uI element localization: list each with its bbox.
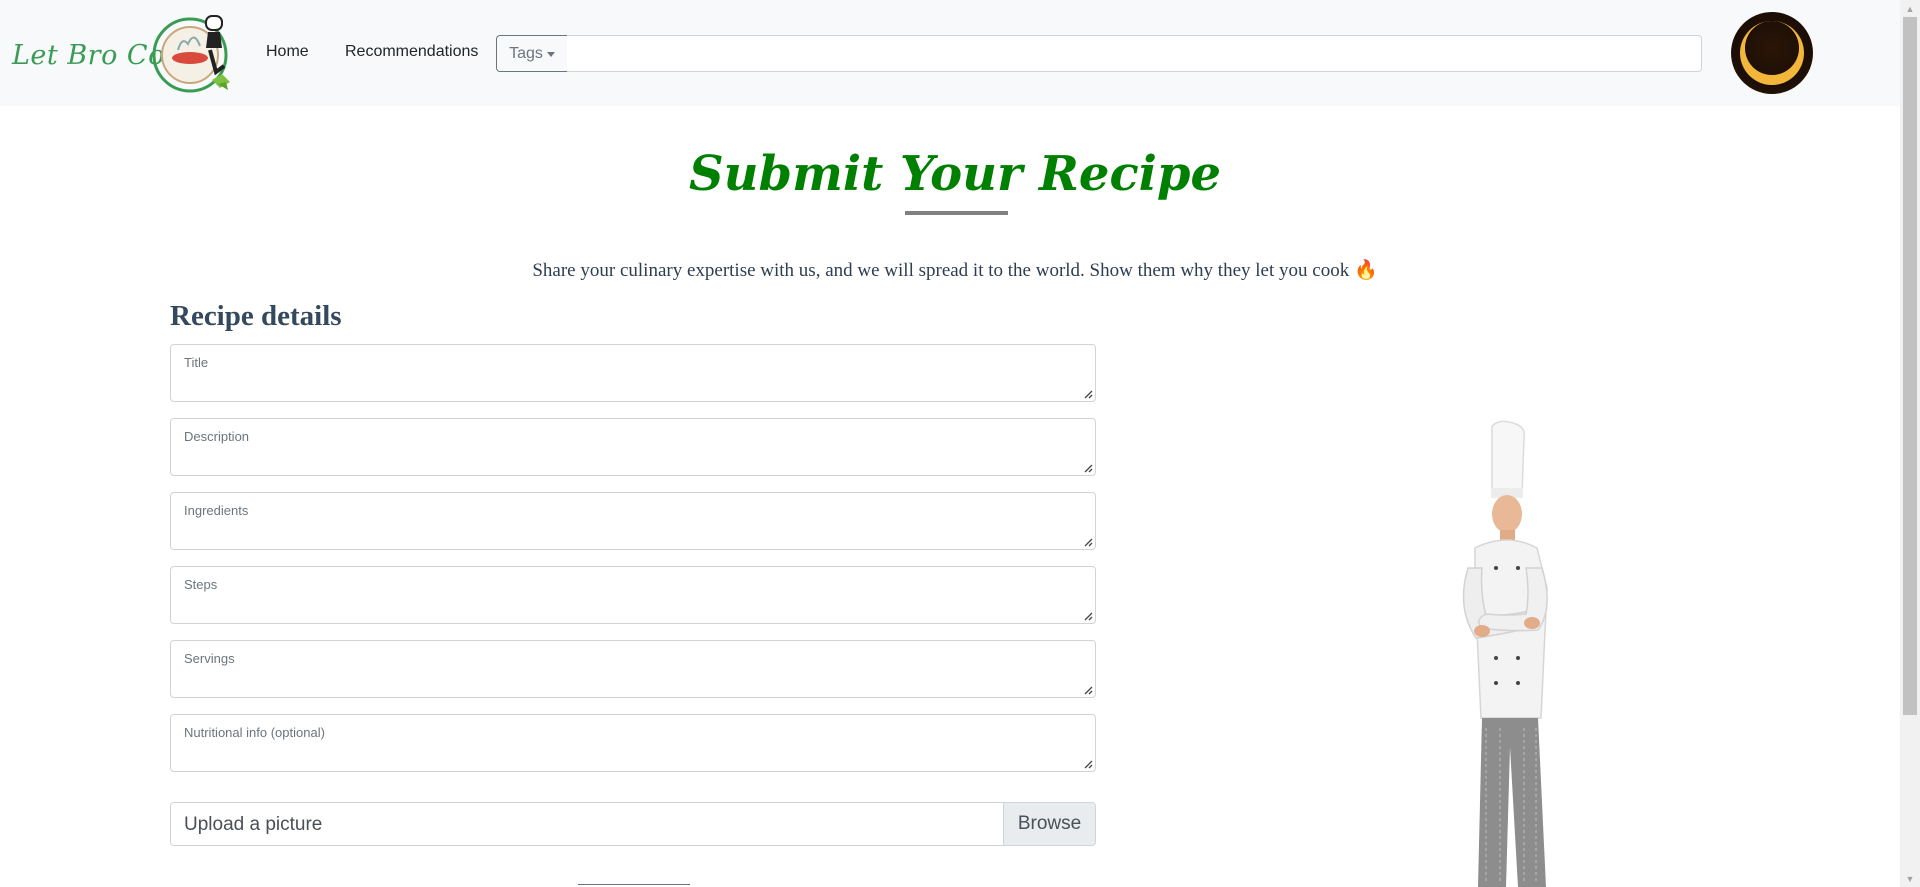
title-field[interactable]: Title	[170, 344, 1096, 402]
description-textarea[interactable]	[171, 419, 1095, 475]
resize-grip-icon[interactable]	[1083, 537, 1093, 547]
title-underline-divider	[905, 211, 1008, 215]
crescent-moon-icon	[1740, 21, 1804, 85]
browse-button-label: Browse	[1017, 813, 1082, 834]
scroll-up-arrow-icon[interactable]: ▲	[1900, 0, 1920, 17]
servings-textarea[interactable]	[171, 641, 1095, 697]
page-subtitle: Share your culinary expertise with us, a…	[0, 258, 1910, 282]
ingredients-textarea[interactable]	[171, 493, 1095, 549]
nav-link-recommendations[interactable]: Recommendations	[345, 43, 478, 61]
title-textarea[interactable]	[171, 345, 1095, 401]
page-scrollbar[interactable]: ▲ ▼	[1900, 0, 1920, 887]
picture-upload-input[interactable]: Upload a picture Browse	[170, 802, 1096, 846]
resize-grip-icon[interactable]	[1083, 389, 1093, 399]
description-field[interactable]: Description	[170, 418, 1096, 476]
brand-logo[interactable]: Let Bro Cook	[10, 10, 235, 95]
nutritional-info-textarea[interactable]	[171, 715, 1095, 771]
steps-field[interactable]: Steps	[170, 566, 1096, 624]
resize-grip-icon[interactable]	[1083, 685, 1093, 695]
scrollbar-thumb[interactable]	[1903, 17, 1917, 715]
search-input[interactable]	[567, 35, 1702, 72]
chef-plate-logo-icon	[152, 15, 230, 93]
page-subtitle-text: Share your culinary expertise with us, a…	[532, 260, 1350, 281]
resize-grip-icon[interactable]	[1083, 611, 1093, 621]
page-title: Submit Your Recipe	[688, 146, 1222, 202]
nutritional-info-field[interactable]: Nutritional info (optional)	[170, 714, 1096, 772]
theme-toggle-button[interactable]	[1731, 12, 1813, 94]
navbar: Let Bro Cook Home Recommendations Tags	[0, 0, 1900, 106]
scroll-down-arrow-icon[interactable]: ▼	[1900, 870, 1920, 887]
nav-link-home[interactable]: Home	[266, 43, 309, 61]
resize-grip-icon[interactable]	[1083, 463, 1093, 473]
fire-icon: 🔥	[1353, 260, 1378, 281]
tags-dropdown-button[interactable]: Tags	[496, 35, 568, 72]
steps-textarea[interactable]	[171, 567, 1095, 623]
recipe-details-heading: Recipe details	[170, 300, 342, 332]
tags-dropdown-label: Tags	[509, 44, 543, 62]
chevron-down-icon	[546, 52, 555, 57]
ingredients-field[interactable]: Ingredients	[170, 492, 1096, 550]
upload-label: Upload a picture	[184, 814, 323, 835]
servings-field[interactable]: Servings	[170, 640, 1096, 698]
resize-grip-icon[interactable]	[1083, 759, 1093, 769]
chef-illustration	[1462, 420, 1548, 887]
browse-button[interactable]: Browse	[1003, 803, 1095, 845]
